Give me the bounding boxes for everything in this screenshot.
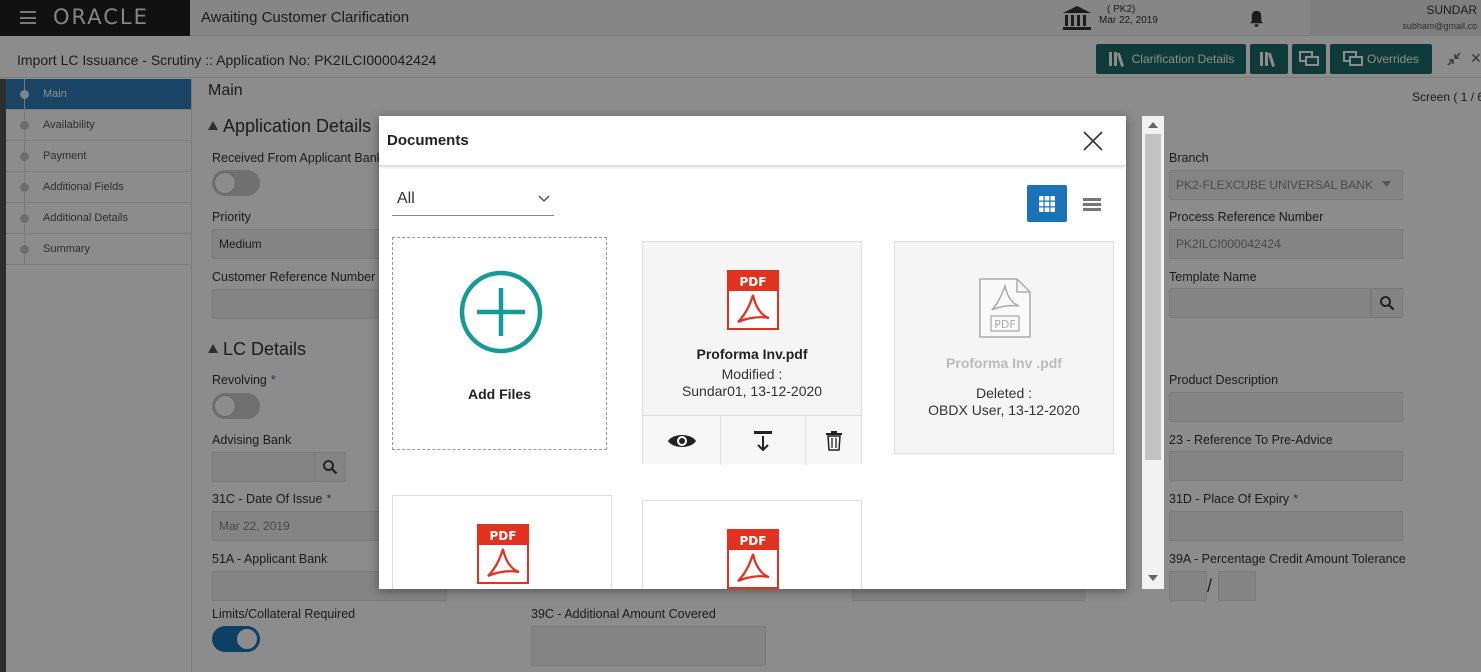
pdf-file-icon: PDF	[477, 524, 529, 584]
pdf-file-icon: PDF	[979, 278, 1031, 338]
document-card[interactable]: PDF Proforma Inv .pdf Deleted : OBDX Use…	[894, 241, 1114, 454]
view-document-button[interactable]	[643, 416, 721, 465]
list-icon	[1082, 195, 1102, 213]
document-filter-select[interactable]: All	[392, 190, 554, 216]
pdf-label: PDF	[994, 318, 1015, 331]
download-icon	[754, 430, 772, 452]
delete-document-button[interactable]	[806, 416, 861, 465]
document-actions	[643, 415, 861, 464]
add-files-card[interactable]: Add Files	[392, 237, 607, 450]
pdf-label: PDF	[740, 275, 767, 289]
add-files-label: Add Files	[393, 386, 606, 402]
document-card[interactable]: PDF Proforma Inv.pdf Modified : Sundar01…	[642, 241, 862, 464]
document-status: Modified : Sundar01, 13-12-2020	[643, 366, 861, 400]
document-name: Proforma Inv .pdf	[895, 355, 1113, 371]
grid-icon	[1038, 195, 1056, 213]
list-view-button[interactable]	[1075, 185, 1109, 222]
documents-modal: Documents All Add Files PDF Profor	[379, 116, 1126, 589]
add-circle-icon	[459, 270, 543, 354]
pdf-file-icon: PDF	[727, 270, 779, 330]
download-document-button[interactable]	[721, 416, 806, 465]
chevron-down-icon	[538, 195, 550, 203]
document-card[interactable]: PDF	[392, 495, 612, 589]
close-icon[interactable]	[1082, 130, 1104, 152]
modal-scrollbar[interactable]	[1142, 116, 1164, 589]
scroll-thumb[interactable]	[1145, 134, 1161, 460]
modal-title: Documents	[387, 132, 469, 149]
eye-icon	[667, 432, 697, 450]
document-card[interactable]: PDF	[642, 500, 862, 589]
pdf-label: PDF	[490, 529, 517, 543]
filter-value: All	[397, 190, 415, 207]
grid-view-button[interactable]	[1027, 185, 1067, 222]
pdf-label: PDF	[740, 534, 767, 548]
trash-icon	[826, 431, 842, 451]
document-name: Proforma Inv.pdf	[643, 346, 861, 362]
document-status: Deleted : OBDX User, 13-12-2020	[895, 385, 1113, 419]
pdf-file-icon: PDF	[727, 529, 779, 589]
modal-header: Documents	[379, 116, 1126, 166]
scroll-up-arrow-icon[interactable]	[1148, 122, 1158, 128]
scroll-down-arrow-icon[interactable]	[1148, 575, 1158, 581]
